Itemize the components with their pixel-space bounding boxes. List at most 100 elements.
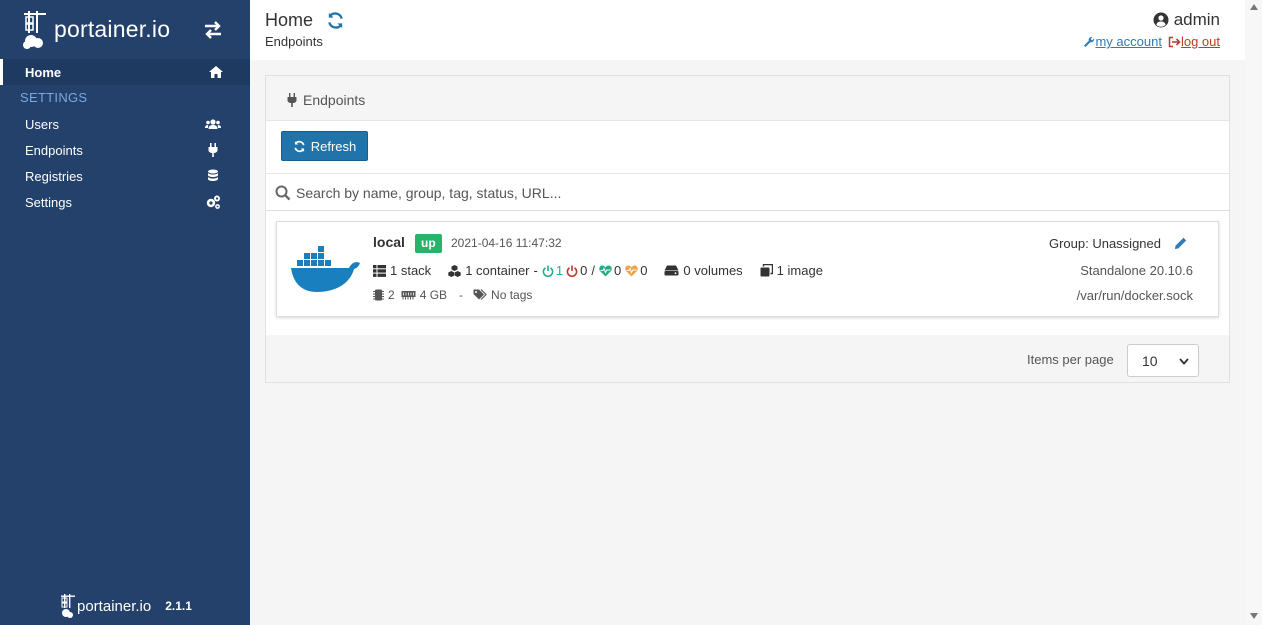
sidebar-item-label: Settings [25, 194, 72, 210]
brand-logo-link[interactable]: portainer.io [22, 6, 182, 52]
endpoint-group: Group: Unassigned [1048, 236, 1161, 251]
power-on-icon [542, 265, 554, 277]
image-count: 1 image [760, 263, 823, 278]
microchip-icon [373, 289, 384, 301]
log-out-link[interactable]: log out [1168, 34, 1220, 49]
image-count-label: 1 image [776, 263, 823, 278]
separator-slash: / [591, 263, 595, 278]
plug-icon [208, 143, 218, 157]
heartbeat-icon [599, 265, 612, 276]
search-icon [275, 185, 291, 201]
my-account-label: my account [1095, 34, 1162, 49]
cogs-icon [206, 195, 220, 209]
wrench-icon [1084, 36, 1095, 47]
sidebar-item-settings[interactable]: Settings [0, 189, 250, 215]
sidebar-item-label: Endpoints [25, 142, 83, 158]
endpoint-name: local [373, 234, 405, 250]
power-off-icon [566, 265, 578, 277]
search-bar [266, 173, 1229, 211]
user-links: my account log out [1083, 34, 1220, 49]
stopped-count: 0 [566, 263, 587, 278]
sidebar-footer: portainer.io 2.1.1 [60, 592, 192, 620]
tags-icon [473, 289, 487, 300]
sign-out-icon [1168, 36, 1181, 47]
widget-toolbar: Refresh [266, 121, 1229, 173]
brand-name: portainer.io [54, 15, 171, 42]
running-count-value: 1 [555, 263, 564, 278]
home-icon [209, 66, 223, 78]
unhealthy-count-value: 0 [640, 263, 648, 278]
healthy-count-value: 0 [613, 263, 622, 278]
sidebar-item-label: Home [25, 64, 62, 80]
endpoint-list: local up 2021-04-16 11:47:32 1 stack 1 c… [266, 211, 1229, 335]
widget-header: Endpoints [266, 76, 1229, 121]
sidebar-section-settings: SETTINGS [20, 90, 88, 105]
endpoint-url: /var/run/docker.sock [1076, 288, 1193, 303]
cubes-icon [448, 264, 461, 277]
page-title: Home [265, 10, 314, 30]
user-area: admin my account log out [1083, 10, 1220, 49]
sidebar-toggle-icon[interactable] [202, 21, 224, 39]
cpu-count: 2 [388, 288, 395, 302]
sidebar-item-label: Users [25, 116, 59, 132]
chevron-down-icon [1179, 358, 1189, 365]
heartbeat-icon [625, 265, 638, 276]
database-icon [208, 169, 218, 181]
stack-count: 1 stack [373, 263, 431, 278]
memory-amount: 4 GB [419, 288, 448, 302]
user-circle-icon [1153, 12, 1169, 28]
tags-label: No tags [491, 288, 533, 302]
scrollbar[interactable] [1245, 0, 1262, 625]
stopped-count-value: 0 [580, 263, 588, 278]
separator-dash: - [533, 263, 538, 278]
endpoint-card[interactable]: local up 2021-04-16 11:47:32 1 stack 1 c… [276, 221, 1219, 317]
plug-icon [287, 93, 297, 107]
sidebar: portainer.io Home SETTINGS Users Endpoin… [0, 0, 250, 625]
footer-brand: portainer.io [77, 597, 152, 615]
pencil-icon[interactable] [1174, 237, 1187, 250]
endpoint-version: Standalone 20.10.6 [1080, 263, 1193, 278]
portainer-logo-icon [61, 594, 75, 618]
memory-icon [401, 291, 416, 300]
th-list-icon [373, 264, 386, 277]
unhealthy-count: 0 [625, 263, 647, 278]
refresh-button[interactable]: Refresh [281, 131, 368, 161]
sidebar-item-label: Registries [25, 168, 83, 184]
container-count-label: 1 container [465, 263, 530, 278]
user-name: admin [1083, 10, 1220, 30]
endpoint-stats: 1 stack 1 container - 1 0 / 0 0 0 volume… [373, 263, 823, 278]
breadcrumb: Endpoints [265, 34, 323, 49]
my-account-link[interactable]: my account [1083, 34, 1162, 49]
scroll-up-icon[interactable] [1250, 4, 1258, 10]
log-out-label: log out [1180, 34, 1220, 49]
sidebar-item-endpoints[interactable]: Endpoints [0, 137, 250, 163]
separator-dash: - [459, 288, 464, 302]
docker-logo-icon [291, 246, 360, 292]
sidebar-item-registries[interactable]: Registries [0, 163, 250, 189]
volume-count-label: 0 volumes [683, 263, 743, 278]
refresh-button-label: Refresh [310, 138, 357, 154]
healthy-count: 0 [599, 263, 621, 278]
hdd-icon [664, 265, 679, 276]
widget-title: Endpoints [303, 92, 366, 108]
scroll-down-icon[interactable] [1250, 613, 1258, 619]
status-badge: up [415, 234, 442, 253]
refresh-icon [294, 140, 305, 152]
sidebar-item-home[interactable]: Home [0, 59, 250, 85]
items-per-page-label: Items per page [1027, 352, 1114, 367]
items-per-page-value: 10 [1142, 352, 1158, 369]
endpoints-widget: Endpoints Refresh Search by name, group,… [265, 75, 1230, 383]
portainer-logo-icon [23, 11, 46, 49]
stack-count-label: 1 stack [390, 263, 432, 278]
search-input[interactable] [296, 180, 1196, 206]
clone-icon [760, 264, 773, 277]
username: admin [1173, 10, 1220, 29]
refresh-icon[interactable] [326, 11, 345, 30]
volume-count: 0 volumes [664, 263, 743, 278]
sidebar-item-users[interactable]: Users [0, 111, 250, 137]
items-per-page-select[interactable]: 10 [1127, 344, 1199, 377]
users-icon [205, 119, 221, 129]
endpoint-resources: 2 4 GB - No tags [373, 288, 532, 302]
container-count: 1 container - [448, 263, 538, 278]
pagination-footer: Items per page 10 [266, 335, 1229, 382]
